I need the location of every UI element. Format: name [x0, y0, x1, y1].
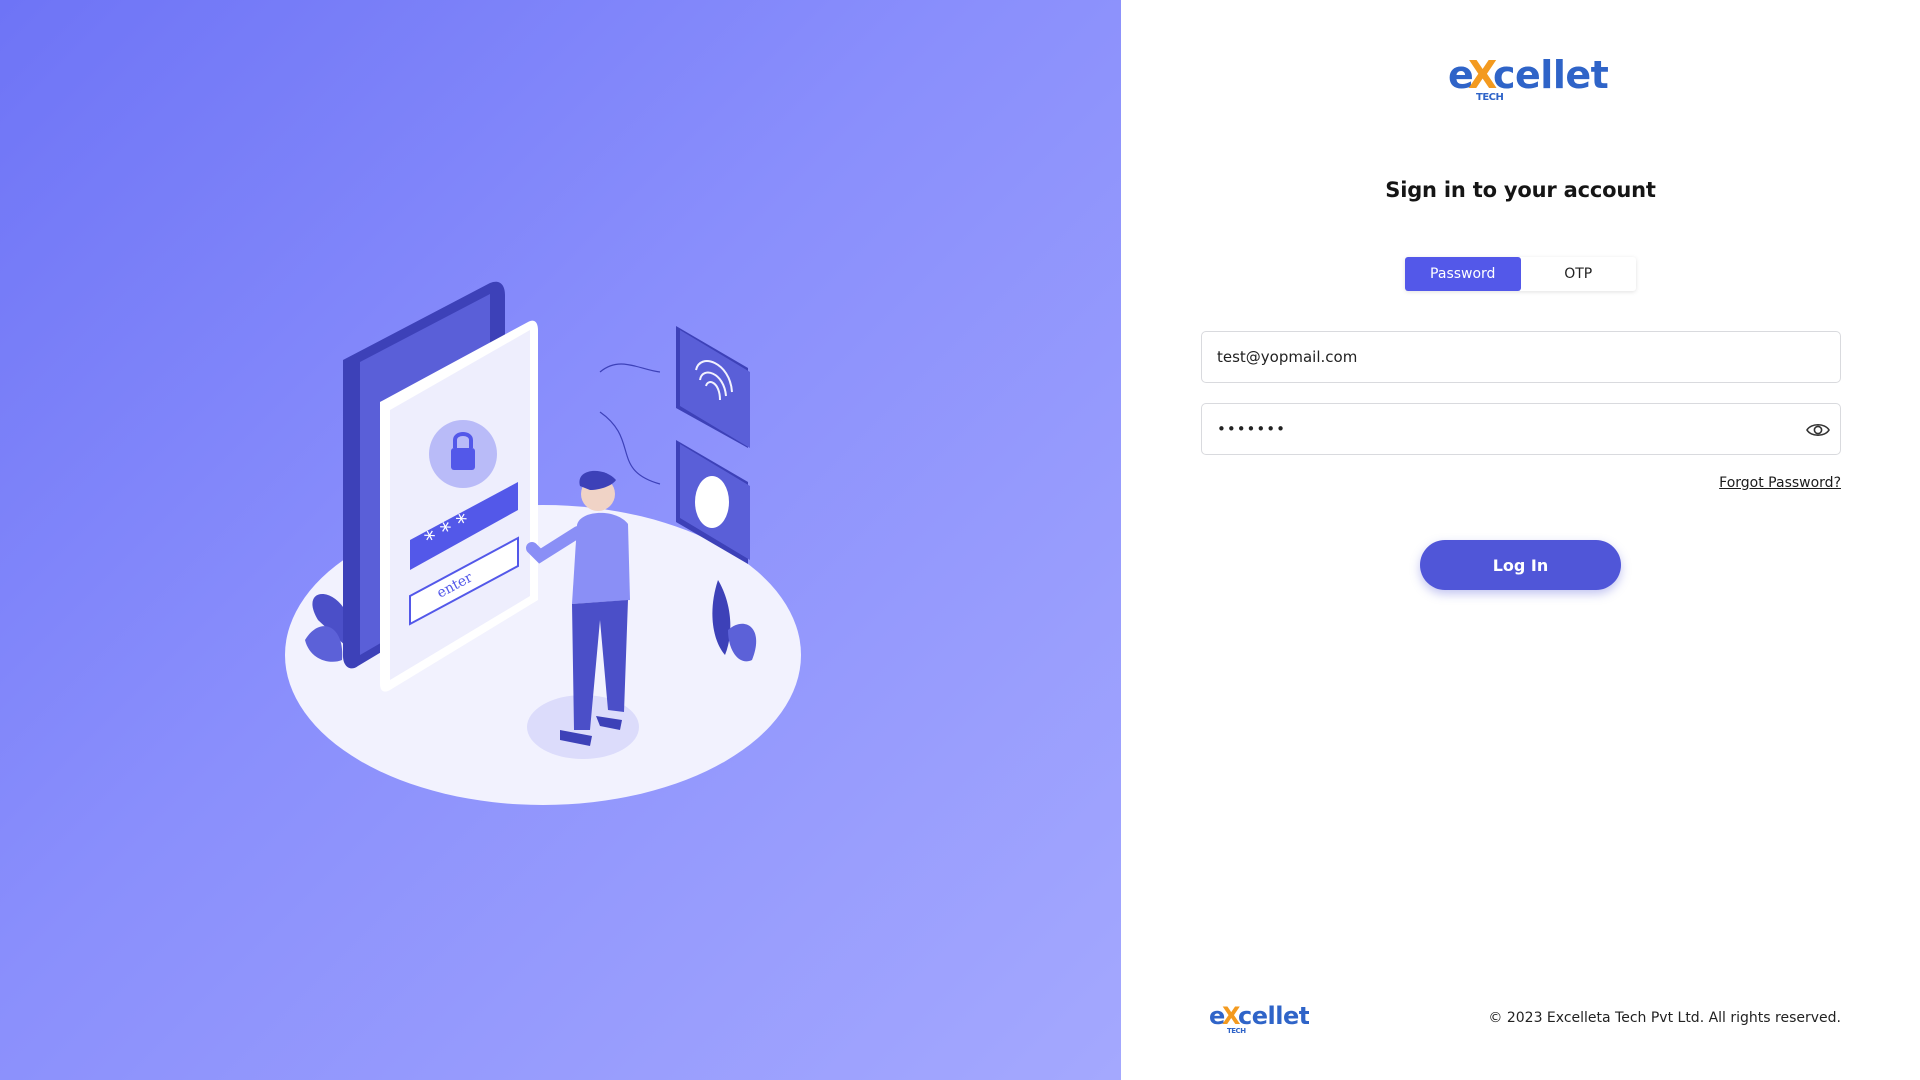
illustration-panel: * * * enter — [0, 0, 1121, 1080]
svg-text:TECH: TECH — [1227, 1027, 1246, 1035]
eye-icon[interactable] — [1806, 419, 1830, 441]
brand-logo: e X celleta TECH — [1448, 50, 1634, 106]
login-button[interactable]: Log In — [1420, 540, 1621, 590]
login-mode-toggle: Password OTP — [1405, 257, 1636, 291]
security-illustration: * * * enter — [285, 281, 801, 805]
svg-text:TECH: TECH — [1476, 92, 1503, 103]
fingerprint-icon — [676, 326, 750, 448]
tab-password[interactable]: Password — [1405, 257, 1521, 291]
svg-text:celleta: celleta — [1493, 53, 1608, 97]
email-input[interactable] — [1202, 332, 1840, 382]
tab-otp[interactable]: OTP — [1521, 257, 1637, 291]
svg-text:celleta: celleta — [1238, 1002, 1309, 1030]
copyright-text: © 2023 Excelleta Tech Pvt Ltd. All right… — [1488, 1010, 1841, 1026]
email-field-wrapper — [1201, 331, 1841, 383]
password-input[interactable] — [1202, 404, 1840, 454]
login-panel: e X celleta TECH Sign in to your account… — [1121, 0, 1920, 1080]
footer-logo: e X celleta TECH — [1209, 1000, 1326, 1036]
page-title: Sign in to your account — [1385, 178, 1656, 202]
forgot-password-link[interactable]: Forgot Password? — [1719, 475, 1841, 491]
password-field-wrapper — [1201, 403, 1841, 455]
